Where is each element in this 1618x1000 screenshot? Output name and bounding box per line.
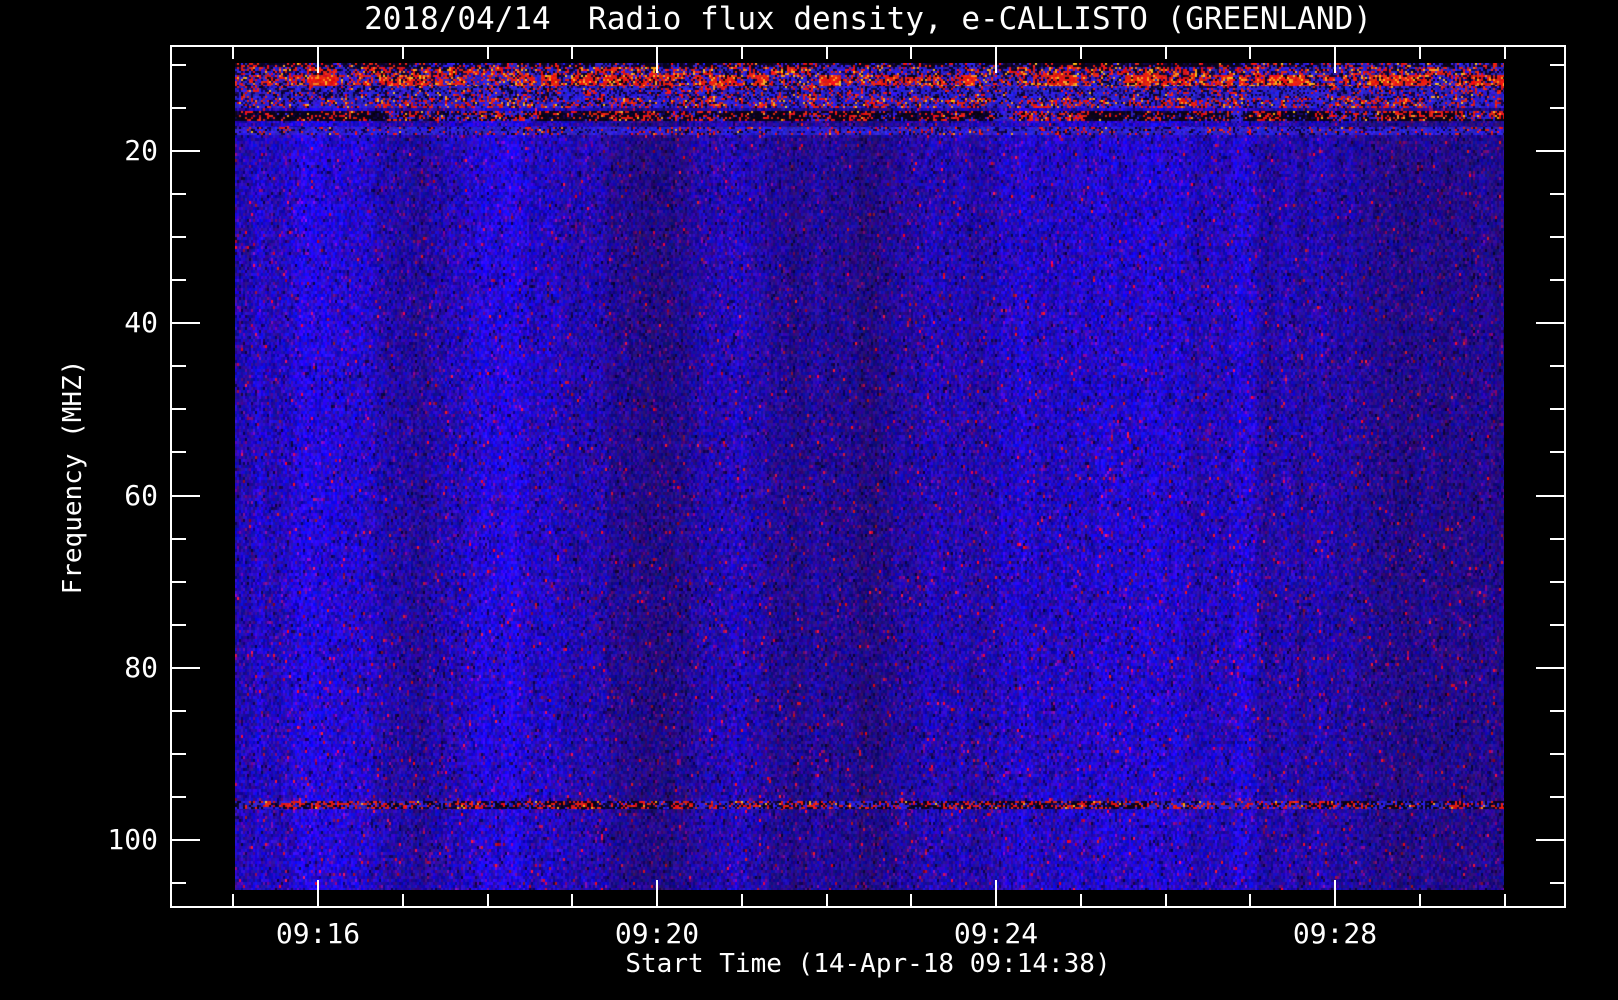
y-major-tick-left — [172, 839, 200, 841]
y-minor-tick-left — [172, 408, 186, 410]
y-minor-tick-left — [172, 882, 186, 884]
y-minor-tick-right — [1550, 107, 1564, 109]
y-minor-tick-right — [1550, 365, 1564, 367]
y-minor-tick-left — [172, 451, 186, 453]
y-tick-label: 80 — [124, 651, 158, 684]
x-major-tick-bottom — [1334, 880, 1336, 906]
y-tick-label: 20 — [124, 134, 158, 167]
y-major-tick-right — [1536, 150, 1564, 152]
x-minor-tick-bottom — [1165, 894, 1167, 906]
y-minor-tick-left — [172, 538, 186, 540]
x-minor-tick-bottom — [232, 894, 234, 906]
y-minor-tick-right — [1550, 64, 1564, 66]
x-minor-tick-top — [1504, 47, 1506, 59]
x-minor-tick-bottom — [826, 894, 828, 906]
y-minor-tick-right — [1550, 710, 1564, 712]
x-major-tick-top — [1334, 47, 1336, 73]
x-minor-tick-bottom — [1504, 894, 1506, 906]
y-minor-tick-left — [172, 193, 186, 195]
x-minor-tick-bottom — [402, 894, 404, 906]
y-major-tick-left — [172, 667, 200, 669]
x-tick-label: 09:16 — [275, 917, 361, 950]
y-axis-label: Frequency (MHZ) — [58, 359, 88, 595]
y-minor-tick-left — [172, 624, 186, 626]
y-minor-tick-left — [172, 796, 186, 798]
x-minor-tick-top — [1419, 47, 1421, 59]
x-major-tick-bottom — [995, 880, 997, 906]
y-minor-tick-right — [1550, 193, 1564, 195]
x-major-tick-top — [317, 47, 319, 73]
y-minor-tick-right — [1550, 624, 1564, 626]
x-minor-tick-top — [826, 47, 828, 59]
x-minor-tick-bottom — [1419, 894, 1421, 906]
y-tick-label: 100 — [107, 823, 158, 856]
y-minor-tick-right — [1550, 279, 1564, 281]
y-minor-tick-left — [172, 279, 186, 281]
y-minor-tick-right — [1550, 796, 1564, 798]
x-major-tick-bottom — [656, 880, 658, 906]
y-minor-tick-right — [1550, 538, 1564, 540]
y-minor-tick-right — [1550, 451, 1564, 453]
x-minor-tick-bottom — [1080, 894, 1082, 906]
x-minor-tick-top — [1165, 47, 1167, 59]
y-minor-tick-right — [1550, 408, 1564, 410]
y-minor-tick-left — [172, 710, 186, 712]
x-minor-tick-top — [571, 47, 573, 59]
y-minor-tick-left — [172, 365, 186, 367]
x-major-tick-top — [995, 47, 997, 73]
y-major-tick-right — [1536, 839, 1564, 841]
x-tick-label: 09:24 — [953, 917, 1039, 950]
y-major-tick-left — [172, 322, 200, 324]
x-minor-tick-top — [402, 47, 404, 59]
x-major-tick-top — [656, 47, 658, 73]
y-minor-tick-right — [1550, 882, 1564, 884]
y-minor-tick-left — [172, 753, 186, 755]
x-minor-tick-bottom — [571, 894, 573, 906]
x-minor-tick-bottom — [1249, 894, 1251, 906]
y-minor-tick-left — [172, 64, 186, 66]
y-minor-tick-left — [172, 107, 186, 109]
y-minor-tick-left — [172, 236, 186, 238]
x-axis-label: Start Time (14-Apr-18 09:14:38) — [625, 949, 1111, 979]
y-minor-tick-right — [1550, 753, 1564, 755]
x-minor-tick-bottom — [741, 894, 743, 906]
y-minor-tick-left — [172, 581, 186, 583]
y-major-tick-left — [172, 495, 200, 497]
chart-title: 2018/04/14 Radio flux density, e-CALLIST… — [364, 1, 1372, 37]
x-minor-tick-top — [741, 47, 743, 59]
x-minor-tick-top — [487, 47, 489, 59]
x-minor-tick-top — [232, 47, 234, 59]
x-tick-label: 09:28 — [1292, 917, 1378, 950]
x-minor-tick-bottom — [910, 894, 912, 906]
y-major-tick-left — [172, 150, 200, 152]
y-minor-tick-right — [1550, 581, 1564, 583]
y-major-tick-right — [1536, 322, 1564, 324]
x-tick-label: 09:20 — [614, 917, 700, 950]
x-minor-tick-top — [1249, 47, 1251, 59]
y-tick-label: 40 — [124, 306, 158, 339]
y-tick-label: 60 — [124, 479, 158, 512]
x-minor-tick-bottom — [487, 894, 489, 906]
x-minor-tick-top — [1080, 47, 1082, 59]
y-minor-tick-right — [1550, 236, 1564, 238]
y-major-tick-right — [1536, 667, 1564, 669]
spectrogram-page: 2018/04/14 Radio flux density, e-CALLIST… — [0, 0, 1618, 1000]
y-major-tick-right — [1536, 495, 1564, 497]
x-minor-tick-top — [910, 47, 912, 59]
x-major-tick-bottom — [317, 880, 319, 906]
plot-frame — [170, 45, 1566, 908]
